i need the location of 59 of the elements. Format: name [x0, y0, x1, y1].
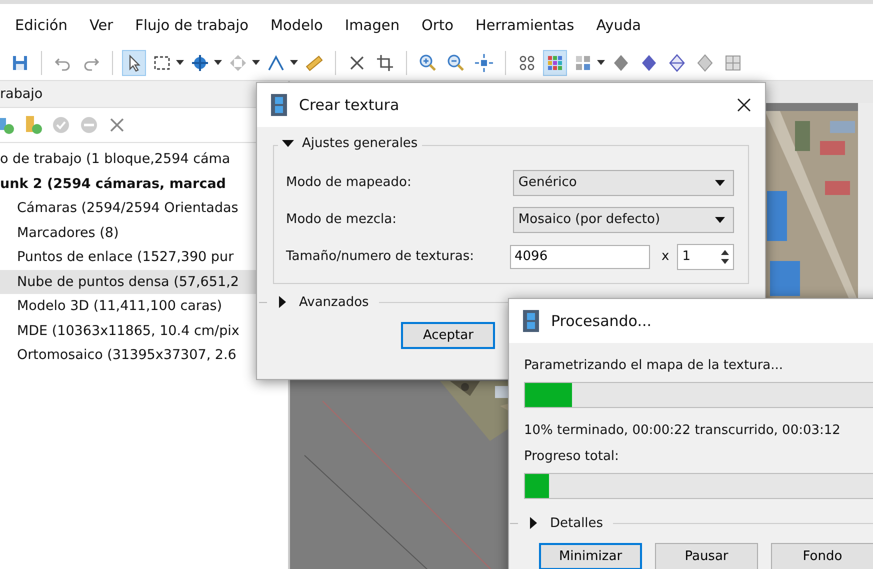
menu-item[interactable]: Modelo — [270, 18, 323, 46]
dialog-button[interactable]: Fondo — [771, 543, 873, 569]
status-text: 10% terminado, 00:00:22 transcurrido, 00:03:12 — [524, 422, 842, 440]
caret-icon[interactable] — [214, 60, 222, 66]
menu-item[interactable]: Flujo de trabajo — [135, 18, 248, 46]
menu-item[interactable]: Imagen — [344, 18, 400, 46]
dots-icon — [517, 53, 537, 73]
minus-icon — [78, 114, 100, 136]
solid-shaded-icon — [639, 53, 659, 73]
tool-button[interactable] — [122, 50, 146, 76]
task-label: Parametrizando el mapa de la textura... — [524, 357, 784, 375]
tile-grid-icon — [573, 53, 593, 73]
caret-icon[interactable] — [252, 60, 260, 66]
dialog-title: Crear textura — [299, 96, 400, 114]
menu-item[interactable]: Herramientas — [475, 18, 574, 46]
dropdown-arrow-icon — [715, 216, 725, 222]
polyline-icon — [266, 53, 286, 73]
caret-icon[interactable] — [176, 60, 184, 66]
dialog-button[interactable]: Pausar — [655, 543, 758, 569]
close-icon[interactable] — [737, 98, 751, 112]
zoom-in-icon — [418, 53, 438, 73]
dropdown[interactable]: Genérico — [513, 170, 734, 196]
fit-icon — [474, 53, 494, 73]
field-label: Modo de mapeado: — [286, 175, 412, 190]
film-icon — [523, 310, 539, 332]
move-icon — [228, 53, 248, 73]
color-grid-icon — [545, 53, 565, 73]
times-sign: x — [662, 249, 670, 264]
menu-item[interactable]: Edición — [15, 18, 68, 46]
expander-icon[interactable] — [282, 138, 294, 150]
section-title: Ajustes generales — [302, 136, 418, 151]
zoom-out-icon — [446, 53, 466, 73]
shaded-icon — [695, 53, 715, 73]
dropdown-arrow-icon — [715, 180, 725, 186]
dialog-title: Procesando... — [551, 312, 652, 330]
spin-box[interactable]: 1 — [677, 244, 734, 270]
field-label: Modo de mezcla: — [286, 212, 398, 227]
menu-item[interactable]: Ver — [89, 18, 114, 46]
navigate-icon — [190, 53, 210, 73]
accept-button[interactable]: Aceptar — [401, 322, 496, 349]
dialog-button[interactable]: Minimizar — [539, 543, 642, 569]
dropdown[interactable]: Mosaico (por defecto) — [513, 206, 734, 232]
caret-icon[interactable] — [597, 60, 605, 66]
total-label: Progreso total: — [524, 448, 620, 466]
input-field[interactable]: 4096 — [510, 244, 650, 268]
save-icon — [10, 53, 30, 73]
panel-title: rabajo — [0, 86, 43, 102]
caret-icon[interactable] — [290, 60, 298, 66]
check-icon — [50, 114, 72, 136]
field-label: Tamaño/numero de texturas: — [286, 249, 475, 264]
wire-icon — [667, 53, 687, 73]
menu-item[interactable]: Ayuda — [596, 18, 642, 46]
section-title: Avanzados — [299, 294, 369, 310]
box-icon — [723, 53, 743, 73]
film-icon — [271, 94, 287, 116]
section-title: Detalles — [550, 516, 604, 530]
menu-item[interactable]: Orto — [422, 18, 454, 46]
crop-icon — [375, 53, 395, 73]
solid-icon — [611, 53, 631, 73]
